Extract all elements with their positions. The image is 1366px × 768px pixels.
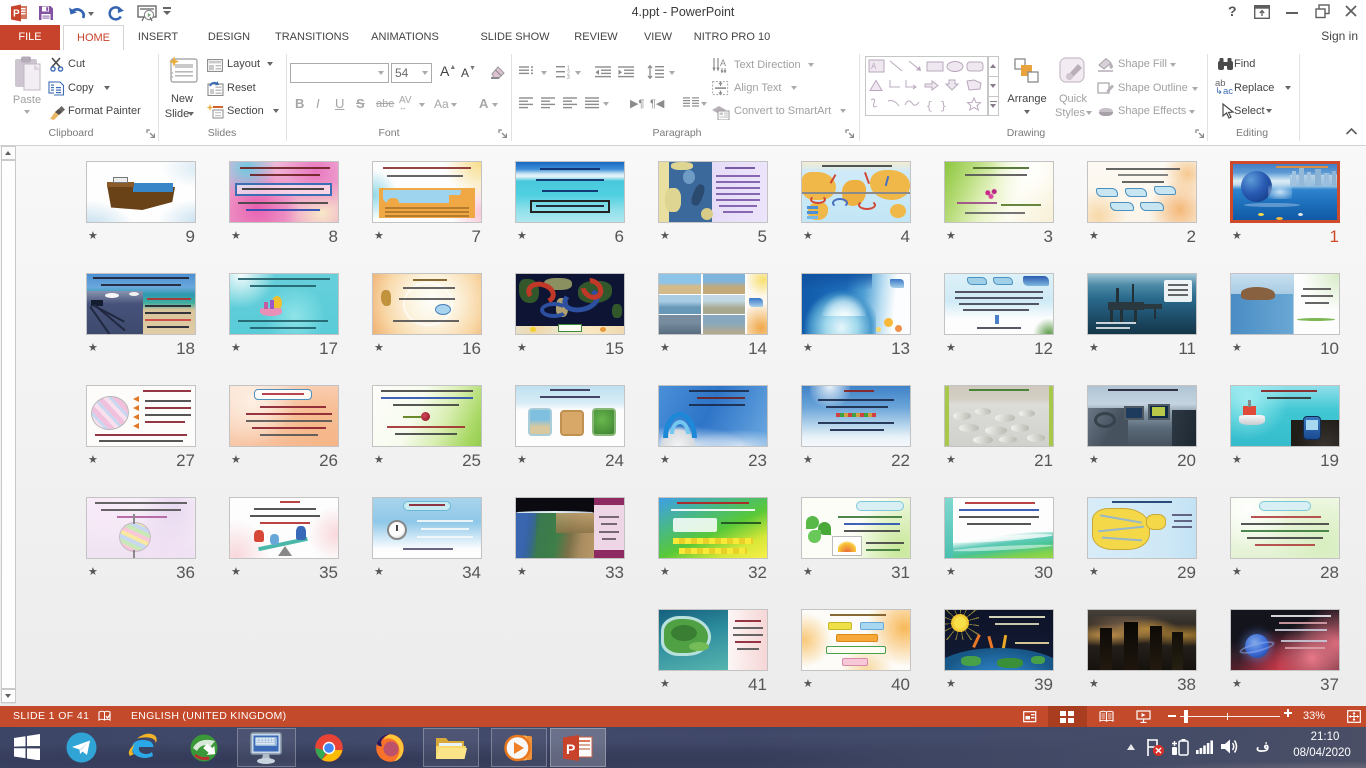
svg-text:A: A: [871, 62, 877, 71]
svg-text:{: {: [926, 101, 933, 113]
svg-text:}: }: [940, 101, 947, 113]
svg-text:P: P: [566, 741, 575, 757]
svg-text:A: A: [720, 58, 726, 68]
svg-text:3: 3: [567, 75, 570, 79]
